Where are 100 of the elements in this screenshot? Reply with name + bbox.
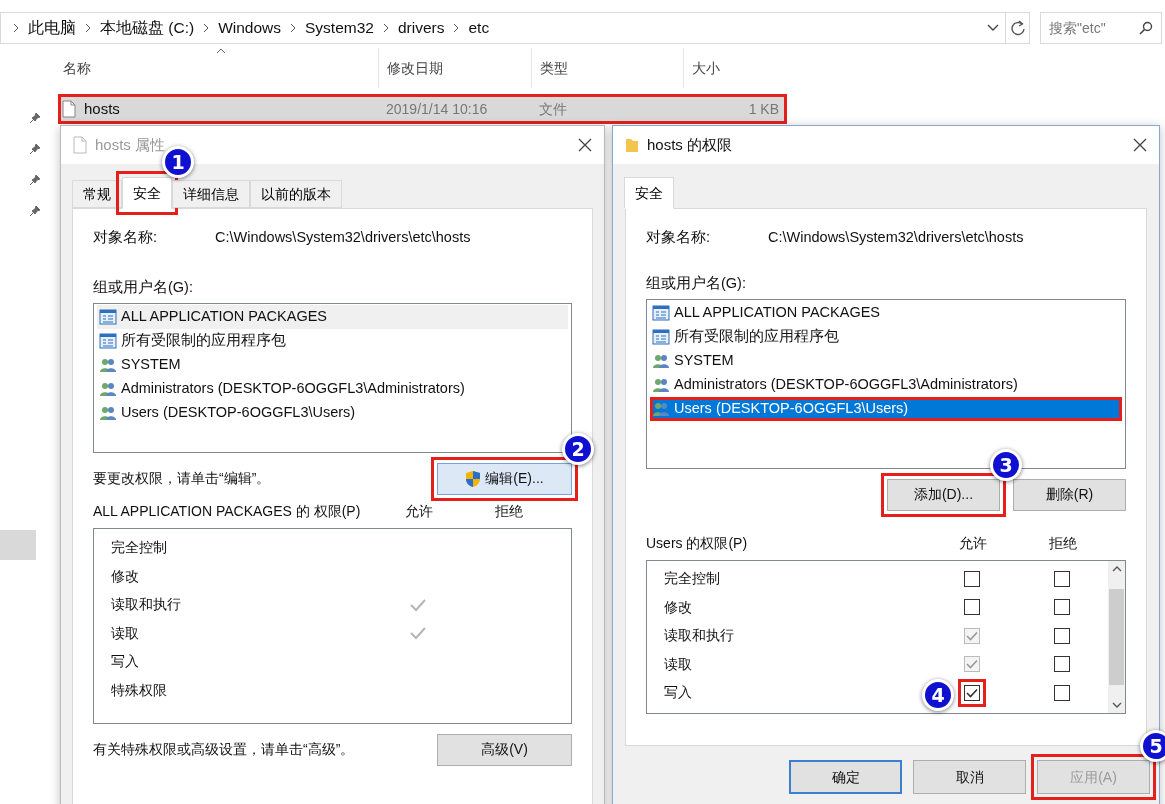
object-label: 对象名称: [93,228,159,247]
scroll-down-icon[interactable] [1111,701,1122,709]
close-icon[interactable] [578,138,592,152]
permission-name: 读取 [111,623,139,643]
list-item[interactable]: ALL APPLICATION PACKAGES [650,300,1122,325]
column-header[interactable]: 名称 [55,48,378,88]
dialog-button[interactable]: 确定 [789,760,902,794]
hint-text: 有关特殊权限或高级设置，请单击“高级”。 [93,740,355,759]
list-item[interactable]: ALL APPLICATION PACKAGES [97,304,568,329]
scroll-thumb[interactable] [1109,588,1124,685]
file-type: 文件 [538,99,568,119]
users-icon [99,356,117,373]
group-name: 所有受限制的应用程序包 [674,326,839,346]
object-path: C:\Windows\System32\drivers\etc\hosts [215,228,471,247]
file-icon [62,100,76,118]
pin-icon[interactable] [29,173,41,186]
groups-label: 组或用户名(G): [93,277,194,297]
checkbox[interactable] [964,684,980,701]
chevron-right-icon [84,23,92,33]
list-item[interactable]: SYSTEM [650,348,1122,373]
address-bar[interactable]: 此电脑 本地磁盘 (C:) Windows System32 drivers etc [0,12,1030,44]
checkbox[interactable] [964,570,980,587]
object-label: 对象名称: [646,228,712,247]
group-name: Users (DESKTOP-6OGGFL3\Users) [121,402,356,422]
window-title: hosts 的权限 [647,134,734,155]
chevron-right-icon [12,23,20,33]
breadcrumb-item[interactable]: drivers [395,16,447,40]
search-field[interactable]: 搜索"etc" [1040,12,1162,44]
file-name: hosts [84,98,120,119]
permission-name: 修改 [111,566,139,586]
group-name: 所有受限制的应用程序包 [121,330,286,350]
list-item[interactable]: 所有受限制的应用程序包 [97,328,568,353]
chevron-right-icon [452,23,461,33]
tab[interactable]: 以前的版本 [250,180,342,208]
pin-icon[interactable] [29,204,41,217]
users-icon [99,380,117,397]
scrollbar[interactable] [1108,560,1125,713]
list-item[interactable]: Users (DESKTOP-6OGGFL3\Users) [97,400,568,425]
permission-name: 完全控制 [664,569,720,589]
permission-name: 写入 [111,652,139,672]
breadcrumb-item[interactable]: etc [466,16,492,40]
sort-caret-icon [216,48,226,54]
chevron-down-icon[interactable] [987,24,999,32]
permission-name: 读取和执行 [664,626,734,646]
list-item[interactable]: SYSTEM [97,352,568,377]
step-badge: 5 [1140,730,1165,762]
group-name: Users (DESKTOP-6OGGFL3\Users) [674,398,909,418]
users-icon [99,404,117,421]
close-icon[interactable] [1133,138,1147,152]
permissions-label: ALL APPLICATION PACKAGES 的 权限(P) [93,501,362,521]
tab[interactable]: 常规 [72,180,122,208]
column-header: 允许 [958,533,988,553]
permission-name: 特殊权限 [111,680,167,700]
groups-label: 组或用户名(G): [646,273,747,293]
checkbox[interactable] [1054,627,1070,644]
folder-icon [625,137,639,153]
search-icon[interactable] [1139,21,1153,35]
dialog-button[interactable]: 高级(V) [437,733,572,766]
check-icon [409,597,427,612]
breadcrumb-item[interactable]: 本地磁盘 (C:) [98,16,197,40]
permission-name: 完全控制 [111,538,167,558]
shield-icon [465,469,482,488]
checkbox[interactable] [1054,599,1070,616]
package-icon [652,304,670,321]
checkbox[interactable] [1054,656,1070,673]
dialog-button[interactable]: 取消 [913,760,1026,794]
tab[interactable]: 详细信息 [172,180,250,208]
users-icon [652,376,670,393]
column-header: 拒绝 [1048,533,1078,553]
permission-name: 读取和执行 [111,595,181,615]
group-name: ALL APPLICATION PACKAGES [121,306,328,326]
column-header[interactable]: 类型 [531,48,683,88]
step-badge: 2 [562,432,594,465]
group-name: ALL APPLICATION PACKAGES [674,302,881,322]
column-header[interactable]: 大小 [683,48,786,88]
file-icon [73,136,87,154]
modified-date: 2019/1/14 10:16 [385,99,489,119]
file-row[interactable]: hosts 2019/1/14 10:16 文件 1 KB [58,94,787,124]
breadcrumb-item[interactable]: System32 [303,16,376,40]
permission-name: 读取 [664,654,692,674]
group-name: SYSTEM [121,354,181,374]
column-header[interactable]: 修改日期 [378,48,531,88]
dialog-button[interactable]: 删除(R) [1013,478,1126,511]
scroll-up-icon[interactable] [1111,564,1122,572]
list-item[interactable]: Users (DESKTOP-6OGGFL3\Users) [650,396,1122,421]
list-item[interactable]: Administrators (DESKTOP-6OGGFL3\Administrators) [97,376,568,401]
chevron-right-icon [202,23,211,33]
pin-icon[interactable] [29,111,41,124]
checkbox[interactable] [964,599,980,616]
list-item[interactable]: Administrators (DESKTOP-6OGGFL3\Administrators) [650,372,1122,397]
tab[interactable]: 安全 [624,177,674,209]
pin-icon[interactable] [29,142,41,155]
checkbox[interactable] [1054,570,1070,587]
breadcrumb-item[interactable]: Windows [216,16,284,40]
breadcrumb-item[interactable]: 此电脑 [26,16,78,40]
package-icon [99,308,117,325]
refresh-icon[interactable] [1010,20,1025,36]
column-header: 拒绝 [494,501,524,521]
checkbox[interactable] [1054,684,1070,701]
list-item[interactable]: 所有受限制的应用程序包 [650,324,1122,349]
